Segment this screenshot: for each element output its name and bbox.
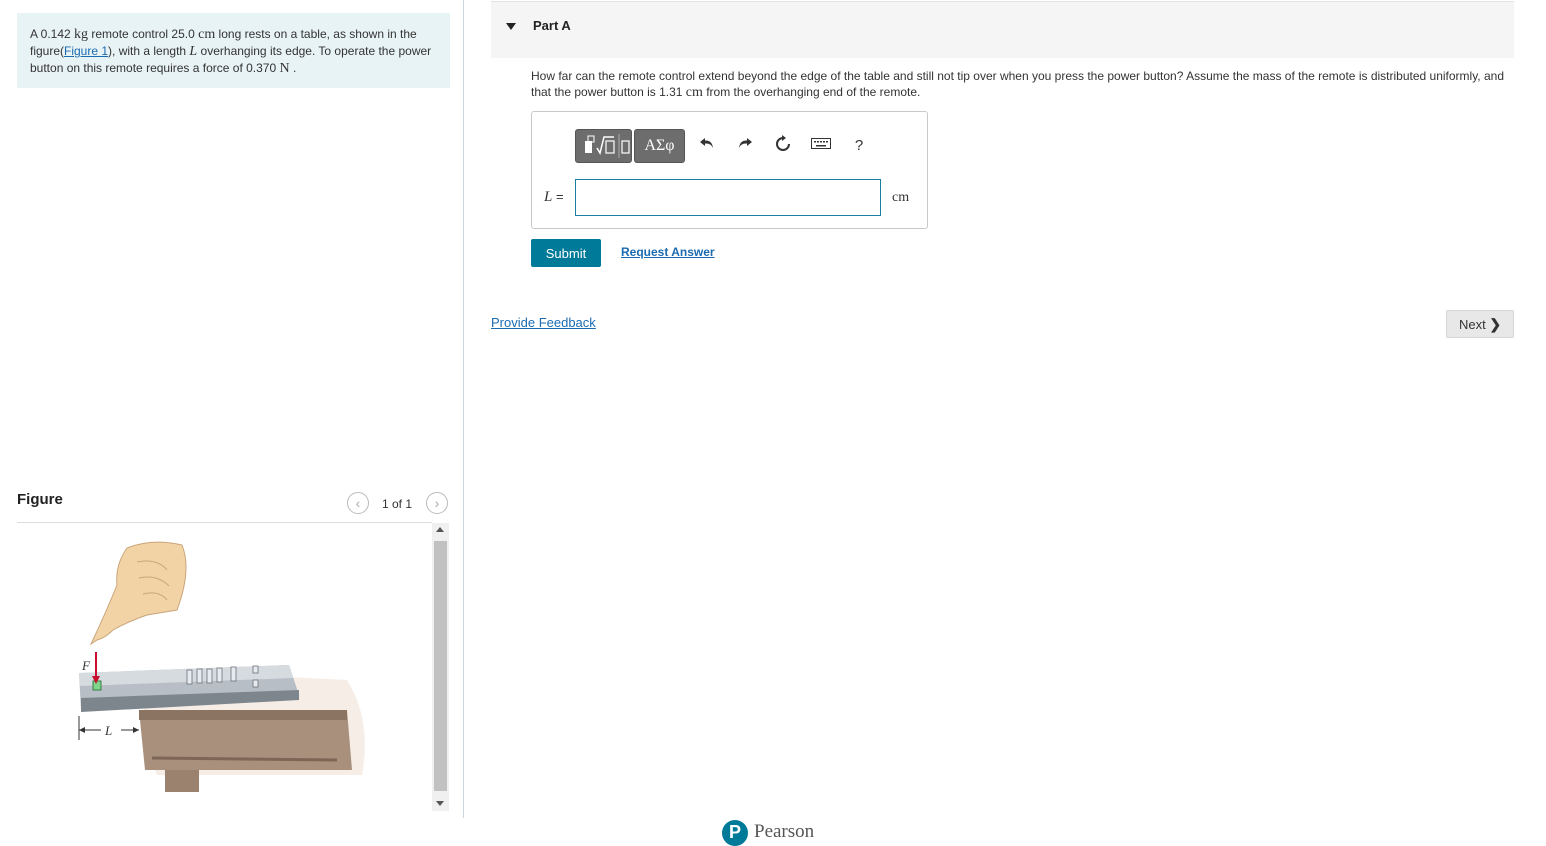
question-text: How far can the remote control extend be…	[531, 68, 1521, 101]
chevron-right-icon: ›	[434, 495, 440, 511]
chevron-left-icon: ‹	[355, 495, 361, 511]
submit-button[interactable]: Submit	[531, 239, 601, 267]
figure-divider	[17, 522, 432, 523]
length-label: L	[104, 723, 112, 738]
figure-link[interactable]: Figure 1	[64, 44, 108, 58]
provide-feedback-link[interactable]: Provide Feedback	[491, 315, 596, 330]
reset-icon[interactable]	[772, 135, 794, 157]
pearson-brand: Pearson	[754, 821, 815, 842]
answer-variable-label: L =	[544, 189, 564, 206]
part-title: Part A	[533, 18, 571, 33]
figure-image: F L	[78, 541, 365, 792]
problem-text: .	[289, 61, 297, 75]
templates-button[interactable]	[575, 129, 632, 163]
redo-icon[interactable]	[734, 135, 756, 157]
undo-icon[interactable]	[696, 135, 718, 157]
panel-separator	[463, 0, 464, 818]
figure-prev-button[interactable]: ‹	[347, 492, 369, 514]
question-body: How far can the remote control extend be…	[531, 69, 1504, 99]
answer-unit: cm	[892, 190, 910, 205]
scroll-thumb[interactable]	[434, 541, 447, 791]
figure-title: Figure	[17, 491, 63, 508]
problem-text: remote control 25.0	[88, 27, 199, 41]
unit-kg: kg	[74, 27, 89, 42]
caret-down-icon[interactable]	[506, 23, 516, 30]
scroll-up-icon[interactable]	[436, 527, 444, 532]
problem-text: A 0.142	[30, 27, 75, 41]
help-icon[interactable]: ?	[848, 135, 870, 157]
unit-N: N	[279, 61, 290, 76]
request-answer-link[interactable]: Request Answer	[621, 245, 715, 259]
keyboard-icon[interactable]	[810, 135, 832, 157]
problem-text: ), with a length	[108, 44, 190, 58]
pearson-logo-icon: P	[722, 820, 748, 846]
greek-symbols-button[interactable]: ΑΣφ	[634, 129, 685, 163]
problem-statement: A 0.142 kg remote control 25.0 cm long r…	[17, 13, 450, 88]
answer-box: ΑΣφ ? L = cm	[531, 111, 928, 229]
unit-cm: cm	[198, 27, 216, 42]
figure-next-button[interactable]: ›	[426, 492, 448, 514]
equals-sign: =	[552, 189, 564, 204]
next-button[interactable]: Next ❯	[1446, 310, 1514, 338]
answer-input[interactable]	[575, 179, 881, 216]
figure-scrollbar[interactable]	[432, 523, 449, 811]
scroll-down-icon[interactable]	[436, 801, 444, 806]
question-body: from the overhanging end of the remote.	[702, 85, 921, 99]
force-label: F	[81, 658, 91, 673]
next-label: Next	[1458, 317, 1486, 332]
templates-icon	[585, 134, 630, 158]
unit-cm: cm	[685, 85, 703, 100]
figure-counter: 1 of 1	[382, 497, 413, 511]
chevron-right-icon: ❯	[1489, 316, 1502, 332]
part-header[interactable]: Part A	[491, 1, 1514, 58]
